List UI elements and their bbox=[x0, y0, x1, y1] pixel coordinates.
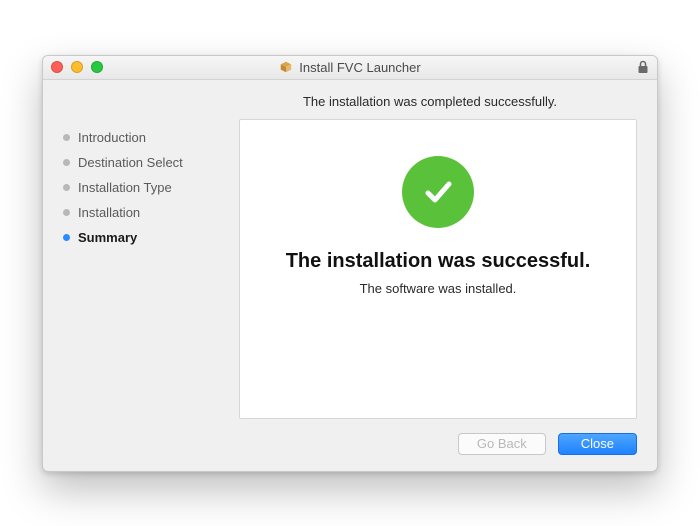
summary-panel: The installation was successful. The sof… bbox=[239, 119, 637, 419]
window-close-button[interactable] bbox=[51, 61, 63, 73]
bullet-icon bbox=[63, 134, 70, 141]
window-title: Install FVC Launcher bbox=[299, 60, 420, 75]
window-minimize-button[interactable] bbox=[71, 61, 83, 73]
window-zoom-button[interactable] bbox=[91, 61, 103, 73]
success-headline: The installation was successful. bbox=[286, 250, 591, 273]
step-label: Installation bbox=[78, 205, 140, 220]
traffic-lights bbox=[51, 61, 103, 73]
step-label: Summary bbox=[78, 230, 137, 245]
bullet-icon bbox=[63, 209, 70, 216]
package-icon bbox=[279, 60, 293, 74]
bullet-icon bbox=[63, 234, 70, 241]
bullet-icon bbox=[63, 159, 70, 166]
step-installation-type: Installation Type bbox=[63, 175, 223, 200]
success-check-icon bbox=[402, 156, 474, 228]
bullet-icon bbox=[63, 184, 70, 191]
steps-sidebar: Introduction Destination Select Installa… bbox=[63, 119, 223, 419]
go-back-button: Go Back bbox=[458, 433, 546, 455]
close-button[interactable]: Close bbox=[558, 433, 637, 455]
step-installation: Installation bbox=[63, 200, 223, 225]
lock-icon[interactable] bbox=[637, 60, 649, 74]
status-message: The installation was completed successfu… bbox=[223, 94, 637, 109]
content-row: Introduction Destination Select Installa… bbox=[63, 119, 637, 419]
step-label: Introduction bbox=[78, 130, 146, 145]
window-body: The installation was completed successfu… bbox=[43, 80, 657, 471]
step-introduction: Introduction bbox=[63, 125, 223, 150]
button-row: Go Back Close bbox=[63, 433, 637, 455]
step-label: Destination Select bbox=[78, 155, 183, 170]
step-label: Installation Type bbox=[78, 180, 172, 195]
step-summary: Summary bbox=[63, 225, 223, 250]
step-destination-select: Destination Select bbox=[63, 150, 223, 175]
titlebar: Install FVC Launcher bbox=[43, 56, 657, 80]
installer-window: Install FVC Launcher The installation wa… bbox=[42, 55, 658, 472]
success-subline: The software was installed. bbox=[360, 281, 517, 296]
